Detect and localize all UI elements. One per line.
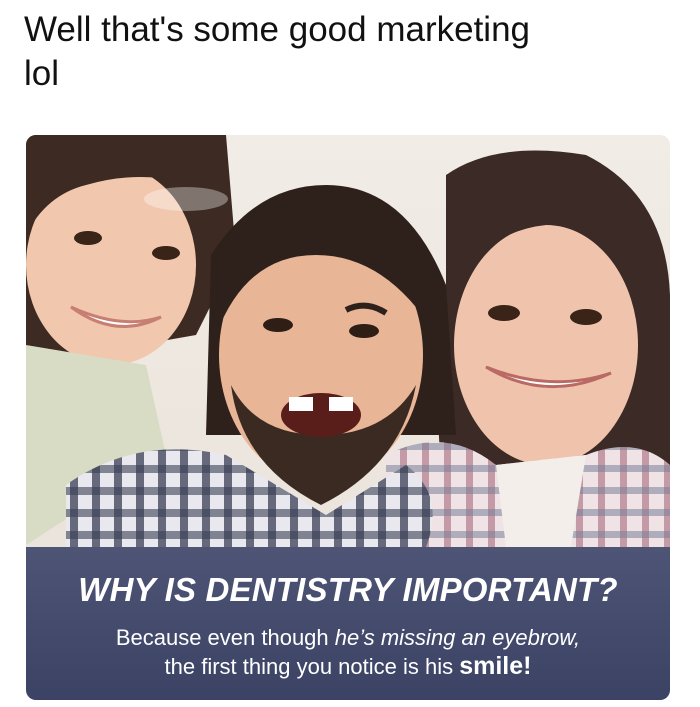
ad-body-line-1-italic: he’s missing an eyebrow,: [334, 625, 581, 650]
ad-body-line-2-bold: smile!: [459, 652, 532, 680]
caption-line-2: lol: [24, 54, 60, 93]
ad-body-line-2-start: the first thing you notice is his: [164, 654, 460, 679]
caption-line-1: Well that's some good marketing: [24, 10, 530, 49]
ad-body-line-1-start: Because even though: [115, 625, 335, 650]
watermark: [144, 187, 228, 211]
ad-body-line-1: Because even though he’s missing an eyeb…: [26, 623, 670, 652]
post-caption: Well that's some good marketing lol: [24, 8, 674, 96]
ad-image: WHY IS DENTISTRY IMPORTANT? Because even…: [26, 135, 670, 700]
ad-headline: WHY IS DENTISTRY IMPORTANT?: [78, 571, 618, 608]
ad-body: Because even though he’s missing an eyeb…: [26, 623, 670, 681]
ad-banner: WHY IS DENTISTRY IMPORTANT? Because even…: [26, 547, 670, 700]
ad-body-line-2: the first thing you notice is his smile!: [26, 652, 670, 681]
